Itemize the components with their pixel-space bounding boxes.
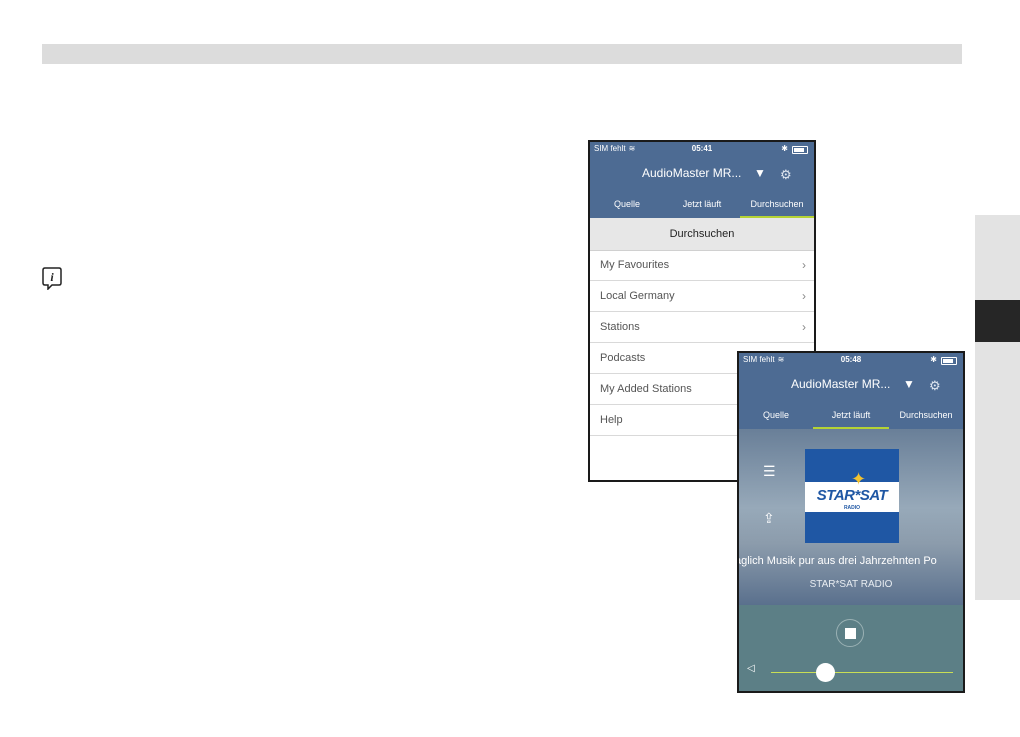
volume-slider[interactable]: [771, 672, 953, 673]
share-icon[interactable]: ⇪: [763, 510, 775, 527]
battery-icon: [941, 357, 957, 365]
gear-icon[interactable]: ⚙: [929, 378, 941, 394]
status-bar: SIM fehlt ≋ 05:48 ✱: [743, 355, 959, 367]
list-item-label: My Added Stations: [600, 383, 692, 395]
header-bar: [42, 44, 962, 64]
bluetooth-icon: ✱: [930, 355, 937, 364]
device-selector[interactable]: AudioMaster MR... ▼ ⚙: [590, 164, 814, 184]
list-item-label: Podcasts: [600, 352, 646, 364]
list-item-local-germany[interactable]: Local Germany ›: [590, 281, 814, 312]
list-item-label: Local Germany: [600, 290, 675, 302]
stop-icon: [845, 628, 856, 639]
tab-durchsuchen[interactable]: Durchsuchen: [889, 405, 963, 429]
triangle-down-icon[interactable]: ▼: [903, 377, 915, 391]
speaker-icon: ◁: [747, 663, 755, 674]
device-name[interactable]: AudioMaster MR...: [791, 377, 890, 391]
tab-quelle[interactable]: Quelle: [739, 405, 813, 429]
logo-text: STAR*SAT: [816, 487, 888, 504]
battery-icon: [792, 146, 808, 154]
device-name[interactable]: AudioMaster MR...: [642, 166, 741, 180]
svg-text:i: i: [50, 270, 54, 284]
chevron-right-icon: ›: [802, 320, 806, 334]
info-icon: i: [42, 267, 62, 290]
station-logo: ✦ STAR*SAT RADIO: [805, 449, 899, 543]
side-chapter-tab: [975, 215, 1020, 600]
phone-screen-now-playing: SIM fehlt ≋ 05:48 ✱ AudioMaster MR... ▼ ⚙…: [737, 351, 965, 693]
clock: 05:41: [691, 144, 713, 153]
list-item-stations[interactable]: Stations ›: [590, 312, 814, 343]
chevron-right-icon: ›: [802, 258, 806, 272]
tab-durchsuchen[interactable]: Durchsuchen: [740, 194, 814, 218]
list-item-label: Help: [600, 414, 623, 426]
list-item-label: Stations: [600, 321, 640, 333]
app-header: SIM fehlt ≋ 05:48 ✱ AudioMaster MR... ▼ ⚙…: [739, 353, 963, 429]
device-selector[interactable]: AudioMaster MR... ▼ ⚙: [739, 375, 963, 395]
triangle-down-icon[interactable]: ▼: [754, 166, 766, 180]
side-chapter-tab-active: [975, 300, 1020, 342]
volume-slider-handle[interactable]: [816, 663, 836, 682]
scrolling-description: aglich Musik pur aus drei Jahrzehnten Po: [739, 555, 963, 571]
tab-jetzt-laeuft[interactable]: Jetzt läuft: [813, 405, 889, 429]
app-header: SIM fehlt ≋ 05:41 ✱ AudioMaster MR... ▼ ⚙…: [590, 142, 814, 218]
description-text: aglich Musik pur aus drei Jahrzehnten Po: [739, 555, 937, 567]
list-icon[interactable]: ☰: [763, 463, 776, 480]
tab-bar: Quelle Jetzt läuft Durchsuchen: [590, 194, 814, 218]
gear-icon[interactable]: ⚙: [780, 167, 792, 183]
section-title: Durchsuchen: [590, 218, 814, 251]
tab-jetzt-laeuft[interactable]: Jetzt läuft: [664, 194, 740, 218]
chevron-right-icon: ›: [802, 289, 806, 303]
status-bar: SIM fehlt ≋ 05:41 ✱: [594, 144, 810, 156]
tab-quelle[interactable]: Quelle: [590, 194, 664, 218]
bluetooth-icon: ✱: [781, 144, 788, 153]
station-name: STAR*SAT RADIO: [809, 579, 893, 590]
stop-button[interactable]: [836, 619, 864, 647]
clock: 05:48: [840, 355, 862, 364]
list-item-my-favourites[interactable]: My Favourites ›: [590, 250, 814, 281]
tab-bar: Quelle Jetzt läuft Durchsuchen: [739, 405, 963, 429]
list-item-label: My Favourites: [600, 259, 670, 271]
logo-subtext: RADIO: [843, 505, 861, 511]
playback-controls: ◁: [739, 605, 963, 691]
